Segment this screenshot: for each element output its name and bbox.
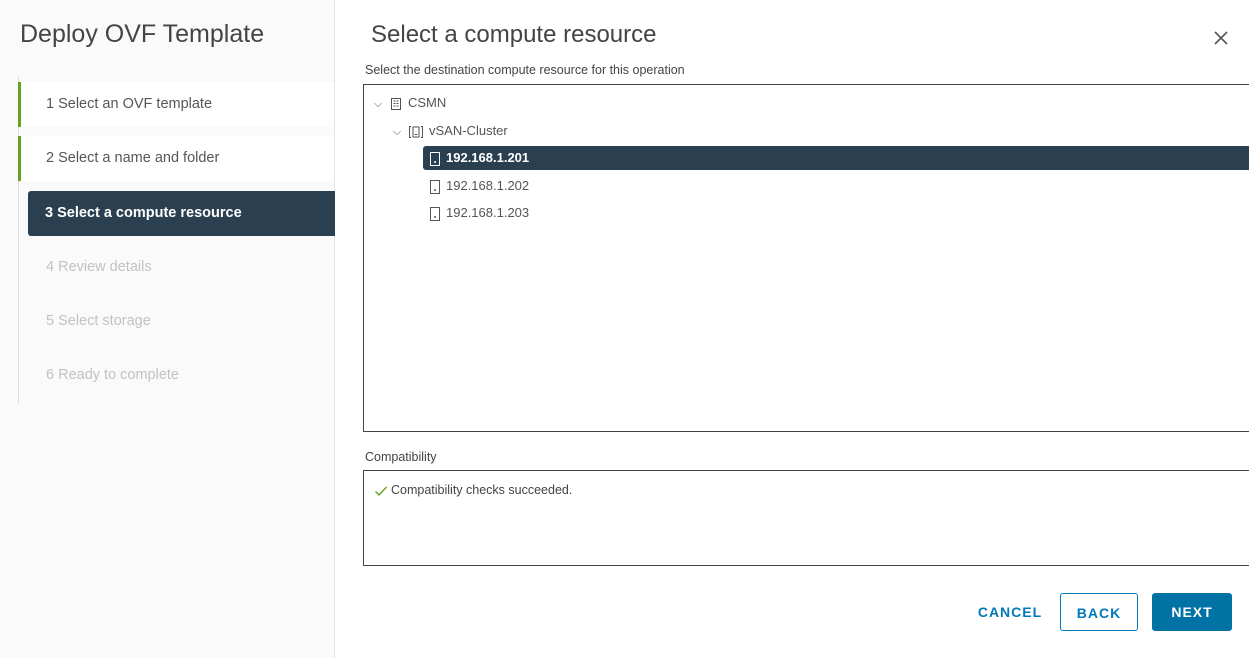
cluster-icon [409,125,423,138]
host-icon [430,151,440,166]
compatibility-message-row: Compatibility checks succeeded. [374,483,572,497]
step-select-name-folder[interactable]: 2 Select a name and folder [18,136,334,181]
datacenter-label: CSMN [408,95,447,110]
step-select-storage: 5 Select storage [46,313,151,329]
cancel-button[interactable]: CANCEL [970,593,1050,631]
tree-node-cluster[interactable]: ⌵ vSAN-Cluster [391,119,508,143]
datacenter-icon [391,97,401,110]
page-subtitle: Select the destination compute resource … [365,63,685,77]
wizard-steps: 1 Select an OVF template 2 Select a name… [18,77,335,403]
check-icon [375,486,388,496]
tree-node-datacenter[interactable]: ⌵ CSMN [372,91,446,115]
chevron-down-icon[interactable]: ⌵ [391,120,403,144]
step-select-ovf-template[interactable]: 1 Select an OVF template [18,82,334,127]
close-icon[interactable] [1211,28,1231,48]
compute-resource-tree: ⌵ CSMN ⌵ vSAN-Cluster 192.168.1.201 192.16… [363,84,1249,432]
step-review-details: 4 Review details [46,259,152,275]
tree-node-host-203[interactable]: 192.168.1.203 [429,201,529,225]
wizard-sidebar: Deploy OVF Template 1 Select an OVF temp… [0,0,335,658]
page-title: Select a compute resource [371,21,657,48]
host-label: 192.168.1.202 [446,178,530,193]
chevron-down-icon[interactable]: ⌵ [372,92,384,116]
back-button[interactable]: BACK [1060,593,1138,631]
host-icon [430,179,440,194]
host-icon [430,206,440,221]
host-label: 192.168.1.203 [446,205,530,220]
main-panel: Select a compute resource Select the des… [334,0,1249,658]
tree-node-host-202[interactable]: 192.168.1.202 [429,174,529,198]
compatibility-message: Compatibility checks succeeded. [391,483,573,497]
step-ready-to-complete: 6 Ready to complete [46,367,179,383]
tree-node-host-201[interactable]: 192.168.1.201 [423,146,1249,170]
compatibility-label: Compatibility [365,450,437,464]
cluster-label: vSAN-Cluster [429,123,508,138]
step-select-compute-resource[interactable]: 3 Select a compute resource [28,191,335,236]
host-label: 192.168.1.201 [446,150,530,165]
next-button[interactable]: NEXT [1152,593,1232,631]
wizard-title: Deploy OVF Template [20,20,265,48]
compatibility-panel: Compatibility checks succeeded. [363,470,1249,566]
